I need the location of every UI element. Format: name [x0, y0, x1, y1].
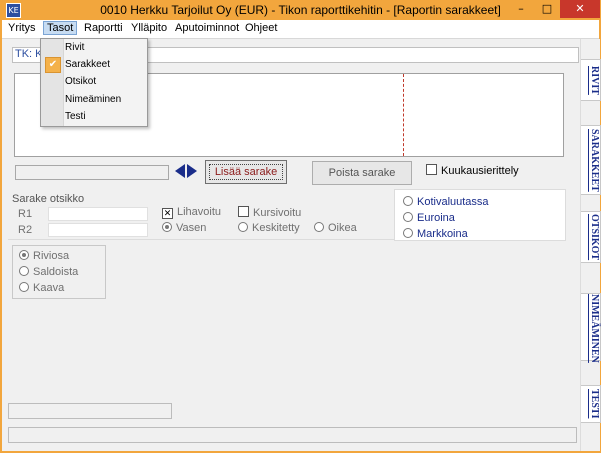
column-header-group: Sarake otsikko R1 R2 ✕ Lihavoitu Kursivoi… [8, 191, 394, 237]
menu-ohjeet[interactable]: Ohjeet [245, 22, 277, 34]
currency-local-radio[interactable] [403, 196, 413, 206]
column-move-arrows[interactable] [175, 163, 199, 179]
grid-divider [403, 74, 404, 156]
r1-input[interactable] [48, 207, 148, 221]
currency-markka-radio[interactable] [403, 228, 413, 238]
dropdown-item-otsikot[interactable]: Otsikot [65, 76, 96, 87]
italic-label: Kursivoitu [253, 207, 302, 219]
monthly-checkbox[interactable] [426, 164, 437, 175]
align-center-option[interactable]: Keskitetty [238, 222, 300, 234]
currency-markka-label: Markkoina [417, 228, 468, 240]
menu-aputoiminnot[interactable]: Aputoiminnot [175, 22, 239, 34]
riviosa-radio[interactable] [19, 250, 29, 260]
close-button[interactable]: ✕ [560, 0, 600, 18]
side-tab-strip: RIVIT SARAKKEET OTSIKOT NIMEÄMINEN TESTI [580, 39, 601, 451]
currency-local-label: Kotivaluutassa [417, 196, 489, 208]
tk-label: TK: K [15, 48, 43, 60]
align-left-label: Vasen [176, 222, 207, 234]
align-right-label: Oikea [328, 222, 357, 234]
application-window: KE 0010 Herkku Tarjoilut Oy (EUR) - Tiko… [0, 0, 601, 453]
tab-testi[interactable]: TESTI [581, 385, 601, 423]
menu-tasot[interactable]: Tasot [43, 21, 78, 35]
italic-checkbox-row[interactable]: Kursivoitu [238, 206, 301, 219]
currency-group: Kotivaluutassa Euroina Markkoina [394, 189, 566, 241]
arrow-right-icon[interactable] [187, 164, 197, 178]
remove-column-button[interactable]: Poista sarake [312, 161, 412, 185]
bold-checkbox-row[interactable]: ✕ Lihavoitu [162, 206, 221, 219]
kaava-label: Kaava [33, 282, 65, 294]
row-type-saldoista[interactable]: Saldoista [19, 266, 78, 278]
row-type-riviosa[interactable]: Riviosa [19, 250, 69, 262]
align-center-radio[interactable] [238, 222, 248, 232]
menu-raportti[interactable]: Raportti [84, 22, 123, 34]
menu-bar: Yritys Tasot Raportti Ylläpito Aputoimin… [2, 20, 599, 39]
tab-rivit[interactable]: RIVIT [581, 59, 601, 101]
r2-label: R2 [18, 224, 33, 236]
tasot-dropdown-menu: ✔ Rivit Sarakkeet Otsikot Nimeäminen Tes… [40, 38, 148, 127]
tab-nimeaminen[interactable]: NIMEÄMINEN [581, 293, 601, 363]
dropdown-item-rivit[interactable]: Rivit [65, 42, 84, 53]
add-column-button[interactable]: Lisää sarake [205, 160, 287, 184]
column-status-field [15, 165, 169, 180]
status-bar [8, 427, 577, 443]
r2-input[interactable] [48, 223, 148, 237]
arrow-left-icon[interactable] [175, 164, 185, 178]
tab-otsikot[interactable]: OTSIKOT [581, 211, 601, 263]
currency-option-local[interactable]: Kotivaluutassa [403, 196, 489, 208]
currency-option-markka[interactable]: Markkoina [403, 228, 468, 240]
check-icon: ✔ [45, 57, 61, 73]
align-left-option[interactable]: Vasen [162, 222, 206, 234]
align-center-label: Keskitetty [252, 222, 300, 234]
currency-option-euro[interactable]: Euroina [403, 212, 455, 224]
title-bar[interactable]: KE 0010 Herkku Tarjoilut Oy (EUR) - Tiko… [0, 0, 601, 20]
dropdown-item-testi[interactable]: Testi [65, 111, 86, 122]
saldoista-label: Saldoista [33, 266, 79, 278]
italic-checkbox[interactable] [238, 206, 249, 217]
menu-yritys[interactable]: Yritys [8, 22, 36, 34]
tab-sarakkeet[interactable]: SARAKKEET [581, 125, 601, 195]
align-right-option[interactable]: Oikea [314, 222, 357, 234]
riviosa-label: Riviosa [33, 250, 70, 262]
menu-yllapito[interactable]: Ylläpito [131, 22, 167, 34]
monthly-checkbox-row[interactable]: Kuukausierittely [426, 164, 519, 177]
dropdown-item-sarakkeet[interactable]: Sarakkeet [65, 59, 110, 70]
bottom-status-field [8, 403, 172, 419]
monthly-label: Kuukausierittely [441, 165, 519, 177]
dropdown-item-nimeaminen[interactable]: Nimeäminen [65, 94, 121, 105]
kaava-radio[interactable] [19, 282, 29, 292]
align-left-radio[interactable] [162, 222, 172, 232]
currency-euro-label: Euroina [417, 212, 455, 224]
column-header-title: Sarake otsikko [12, 193, 85, 205]
dropdown-icon-column [41, 39, 64, 126]
r1-label: R1 [18, 208, 33, 220]
bold-label: Lihavoitu [177, 206, 222, 218]
add-column-label: Lisää sarake [209, 164, 283, 180]
row-type-kaava[interactable]: Kaava [19, 282, 64, 294]
saldoista-radio[interactable] [19, 266, 29, 276]
maximize-button[interactable]: □ [534, 0, 560, 18]
bold-checkbox[interactable]: ✕ [162, 208, 173, 219]
align-right-radio[interactable] [314, 222, 324, 232]
row-type-group: Riviosa Saldoista Kaava [12, 245, 106, 299]
currency-euro-radio[interactable] [403, 212, 413, 222]
minimize-button[interactable]: – [508, 0, 534, 18]
